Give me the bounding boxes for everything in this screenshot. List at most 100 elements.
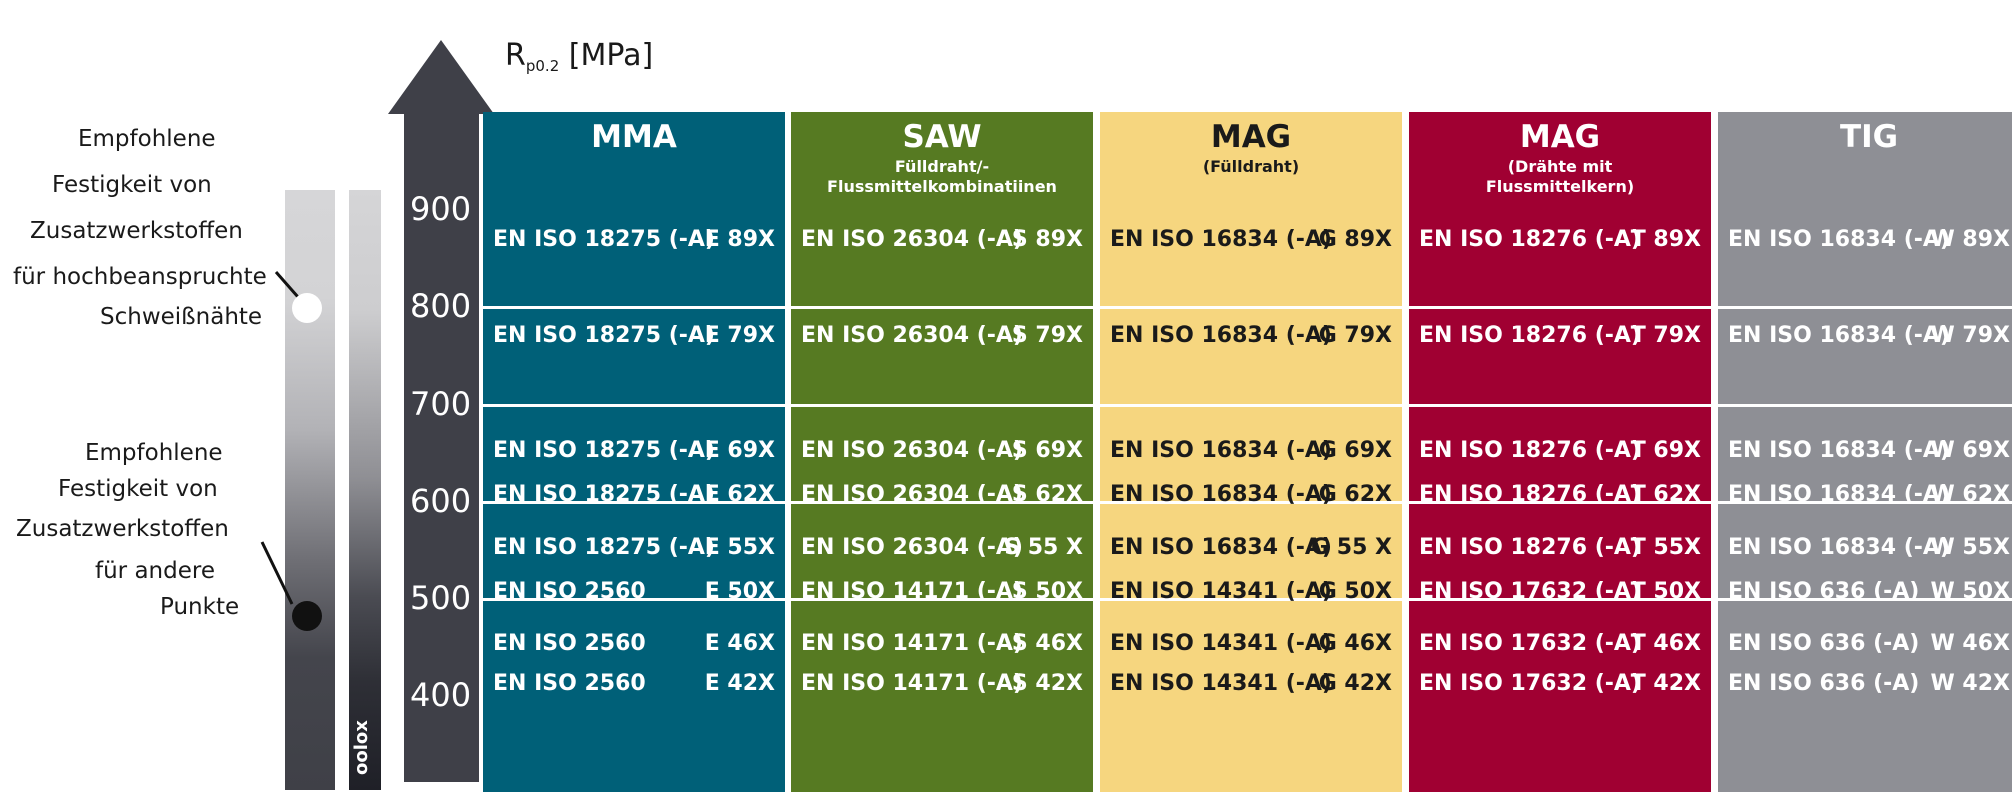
- column-title: MMA: [591, 119, 677, 155]
- standard-row: EN ISO 18276 (-A) T 69X: [1419, 434, 1701, 468]
- axis-arrow-icon: [388, 40, 494, 114]
- row-separator: [1100, 404, 1402, 407]
- standard-name: EN ISO 16834 (-A): [1110, 323, 1332, 348]
- row-separator: [791, 306, 1093, 309]
- standard-row: EN ISO 2560 E 46X: [493, 627, 775, 661]
- column-title: SAW: [902, 119, 982, 155]
- standard-row: EN ISO 2560 E 50X: [493, 575, 775, 609]
- filler-code: W 62X: [1930, 482, 2010, 507]
- row-separator: [483, 306, 785, 309]
- filler-code: S 42X: [1011, 671, 1083, 696]
- column-subtitle: Flussmittelkombinatiinen: [827, 177, 1057, 196]
- row-separator: [1409, 306, 1711, 309]
- filler-code: G 79X: [1318, 323, 1392, 348]
- standard-row: EN ISO 16834 (-A) W 55X: [1728, 531, 2010, 565]
- column-title: MAG: [1519, 119, 1601, 155]
- axis-title-unit: [MPa]: [568, 38, 654, 73]
- filler-code: G 69X: [1318, 438, 1392, 463]
- standard-name: EN ISO 16834 (-A): [1110, 227, 1332, 252]
- standard-row: EN ISO 14171 (-A) S 46X: [801, 627, 1083, 661]
- filler-code: T 62X: [1630, 482, 1701, 507]
- filler-code: W 89X: [1930, 227, 2010, 252]
- standard-name: EN ISO 18275 (-A): [493, 535, 715, 560]
- standard-row: EN ISO 26304 (-A) S 69X: [801, 434, 1083, 468]
- standard-row: EN ISO 16834 (-A) W 79X: [1728, 319, 2010, 353]
- standard-name: EN ISO 636 (-A): [1728, 579, 1920, 604]
- standard-row: EN ISO 14341 (-A) G 46X: [1110, 627, 1392, 661]
- standard-row: EN ISO 18275 (-A) E 79X: [493, 319, 775, 353]
- standard-name: EN ISO 16834 (-A): [1728, 438, 1950, 463]
- marker-dot-other: [292, 601, 322, 631]
- column-mag-flussmittelkern: MAG (Drähte mit Flussmittelkern) EN ISO 182…: [1409, 112, 1711, 792]
- standard-row: EN ISO 16834 (-A) G 69X: [1110, 434, 1392, 468]
- row-separator: [1718, 306, 2012, 309]
- filler-code: S 89X: [1011, 227, 1083, 252]
- standard-name: EN ISO 26304 (-A): [801, 482, 1023, 507]
- standard-name: EN ISO 18276 (-A): [1419, 438, 1641, 463]
- column-subtitle: (Drähte mit: [1507, 157, 1613, 176]
- filler-code: E 69X: [704, 438, 775, 463]
- standard-name: EN ISO 18275 (-A): [493, 323, 715, 348]
- pointer-line-other: [260, 541, 294, 605]
- column-mma: MMA EN ISO 18275 (-A) E 89X EN ISO 18275 (-…: [483, 112, 785, 792]
- standard-row: EN ISO 18275 (-A) E 55X: [493, 531, 775, 565]
- column-header: MAG (Fülldraht): [1100, 112, 1402, 222]
- filler-code: G 46X: [1318, 631, 1392, 656]
- standard-row: EN ISO 17632 (-A) T 46X: [1419, 627, 1701, 661]
- standard-name: EN ISO 18276 (-A): [1419, 227, 1641, 252]
- column-subtitle: Fülldraht/-: [894, 157, 990, 176]
- filler-code: S 46X: [1011, 631, 1083, 656]
- filler-code: G 55 X: [1311, 535, 1392, 560]
- standard-name: EN ISO 16834 (-A): [1110, 535, 1332, 560]
- standard-row: EN ISO 636 (-A) W 50X: [1728, 575, 2010, 609]
- standard-name: EN ISO 26304 (-A): [801, 227, 1023, 252]
- column-mag-fuelldraht: MAG (Fülldraht) EN ISO 16834 (-A) G 89X EN I…: [1100, 112, 1402, 792]
- standard-row: EN ISO 16834 (-A) W 89X: [1728, 223, 2010, 257]
- filler-code: E 55X: [704, 535, 775, 560]
- axis-tick-800: 800: [410, 287, 472, 325]
- standard-row: EN ISO 18276 (-A) T 55X: [1419, 531, 1701, 565]
- standard-row: EN ISO 18275 (-A) E 62X: [493, 478, 775, 512]
- filler-code: W 55X: [1930, 535, 2010, 560]
- standard-row: EN ISO 636 (-A) W 42X: [1728, 667, 2010, 701]
- column-saw: SAW Fülldraht/- Flussmittelkombinatiinen EN…: [791, 112, 1093, 792]
- standard-row: EN ISO 26304 (-A) S 55 X: [801, 531, 1083, 565]
- filler-code: G 50X: [1318, 579, 1392, 604]
- axis-tick-500: 500: [410, 579, 472, 617]
- filler-code: E 62X: [704, 482, 775, 507]
- filler-code: T 55X: [1630, 535, 1701, 560]
- filler-code: G 89X: [1318, 227, 1392, 252]
- standard-name: EN ISO 18275 (-A): [493, 227, 715, 252]
- filler-code: E 42X: [704, 671, 775, 696]
- standard-row: EN ISO 17632 (-A) T 42X: [1419, 667, 1701, 701]
- standard-name: EN ISO 16834 (-A): [1728, 227, 1950, 252]
- standard-row: EN ISO 26304 (-A) S 89X: [801, 223, 1083, 257]
- standard-name: EN ISO 16834 (-A): [1110, 482, 1332, 507]
- filler-code: E 79X: [704, 323, 775, 348]
- standard-row: EN ISO 16834 (-A) W 62X: [1728, 478, 2010, 512]
- standard-name: EN ISO 14171 (-A): [801, 579, 1023, 604]
- row-separator: [1100, 306, 1402, 309]
- standard-name: EN ISO 18276 (-A): [1419, 535, 1641, 560]
- axis-title-sub: p0.2: [525, 57, 560, 75]
- axis-title-main: R: [505, 38, 526, 73]
- column-header: MAG (Drähte mit Flussmittelkern): [1409, 112, 1711, 222]
- column-subtitle: Flussmittelkern): [1485, 177, 1635, 196]
- standard-row: EN ISO 16834 (-A) W 69X: [1728, 434, 2010, 468]
- column-title: MAG: [1210, 119, 1292, 155]
- standard-name: EN ISO 18275 (-A): [493, 482, 715, 507]
- standard-row: EN ISO 18276 (-A) T 89X: [1419, 223, 1701, 257]
- column-tig: TIG EN ISO 16834 (-A) W 89X EN ISO 16834 (-…: [1718, 112, 2012, 792]
- filler-code: T 89X: [1630, 227, 1701, 252]
- standard-row: EN ISO 18276 (-A) T 79X: [1419, 319, 1701, 353]
- standard-row: EN ISO 636 (-A) W 46X: [1728, 627, 2010, 661]
- standard-row: EN ISO 18275 (-A) E 69X: [493, 434, 775, 468]
- filler-code: W 42X: [1930, 671, 2010, 696]
- standard-name: EN ISO 16834 (-A): [1728, 482, 1950, 507]
- filler-code: S 55 X: [1004, 535, 1083, 560]
- standard-name: EN ISO 17632 (-A): [1419, 579, 1641, 604]
- standard-name: EN ISO 14341 (-A): [1110, 631, 1332, 656]
- standard-name: EN ISO 16834 (-A): [1728, 323, 1950, 348]
- filler-code: S 50X: [1011, 579, 1083, 604]
- filler-code: S 62X: [1011, 482, 1083, 507]
